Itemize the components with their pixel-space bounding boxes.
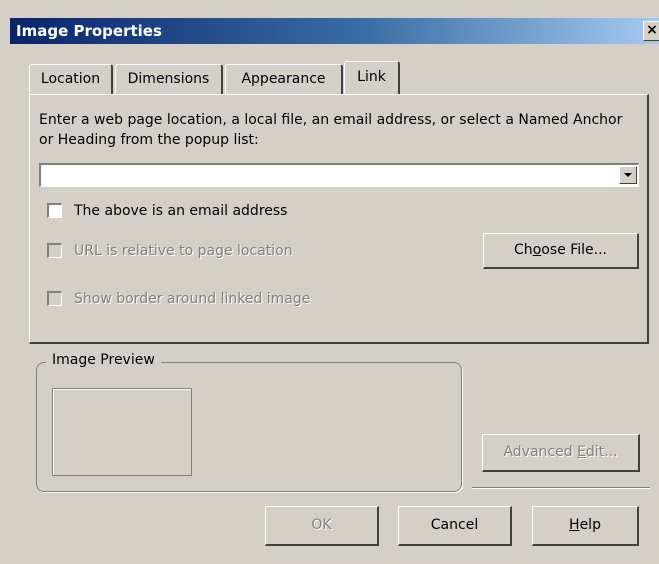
email-checkbox-label: The above is an email address bbox=[74, 203, 288, 219]
tab-location[interactable]: Location bbox=[29, 64, 113, 94]
image-preview-legend: Image Preview bbox=[46, 350, 161, 370]
relative-url-checkbox-row: URL is relative to page location bbox=[47, 241, 347, 261]
relative-url-checkbox bbox=[47, 243, 62, 258]
chevron-down-icon bbox=[624, 173, 632, 177]
separator bbox=[472, 487, 650, 489]
image-preview-frame bbox=[52, 388, 192, 476]
dialog-title: Image Properties bbox=[16, 22, 162, 40]
combobox-dropdown-button[interactable] bbox=[619, 166, 637, 184]
tab-location-label: Location bbox=[40, 71, 101, 87]
help-button[interactable]: Help bbox=[532, 506, 639, 546]
tab-link-label: Link bbox=[357, 69, 386, 85]
advanced-edit-label: Advanced Edit... bbox=[503, 444, 618, 460]
relative-url-checkbox-label: URL is relative to page location bbox=[74, 243, 293, 259]
close-icon: × bbox=[646, 22, 658, 38]
choose-file-label: Choose File... bbox=[514, 242, 607, 258]
cancel-label: Cancel bbox=[430, 517, 479, 533]
title-bar: Image Properties × bbox=[10, 18, 659, 44]
email-checkbox[interactable] bbox=[47, 203, 62, 218]
tab-appearance[interactable]: Appearance bbox=[225, 64, 343, 94]
tab-appearance-label: Appearance bbox=[241, 71, 326, 87]
border-checkbox-row: Show border around linked image bbox=[47, 289, 367, 309]
link-url-combobox[interactable] bbox=[39, 163, 639, 187]
help-label: Help bbox=[569, 517, 601, 533]
link-instructions: Enter a web page location, a local file,… bbox=[39, 112, 623, 148]
tab-dimensions-label: Dimensions bbox=[127, 71, 210, 87]
border-checkbox-label: Show border around linked image bbox=[74, 291, 311, 307]
tab-dimensions[interactable]: Dimensions bbox=[115, 64, 223, 94]
ok-label: OK bbox=[311, 517, 332, 533]
advanced-edit-button: Advanced Edit... bbox=[482, 434, 640, 472]
close-button[interactable]: × bbox=[643, 21, 659, 41]
ok-button: OK bbox=[265, 506, 379, 546]
tab-link[interactable]: Link bbox=[344, 61, 400, 94]
choose-file-button[interactable]: Choose File... bbox=[483, 233, 639, 269]
border-checkbox bbox=[47, 291, 62, 306]
email-checkbox-row[interactable]: The above is an email address bbox=[47, 201, 347, 221]
cancel-button[interactable]: Cancel bbox=[398, 506, 512, 546]
